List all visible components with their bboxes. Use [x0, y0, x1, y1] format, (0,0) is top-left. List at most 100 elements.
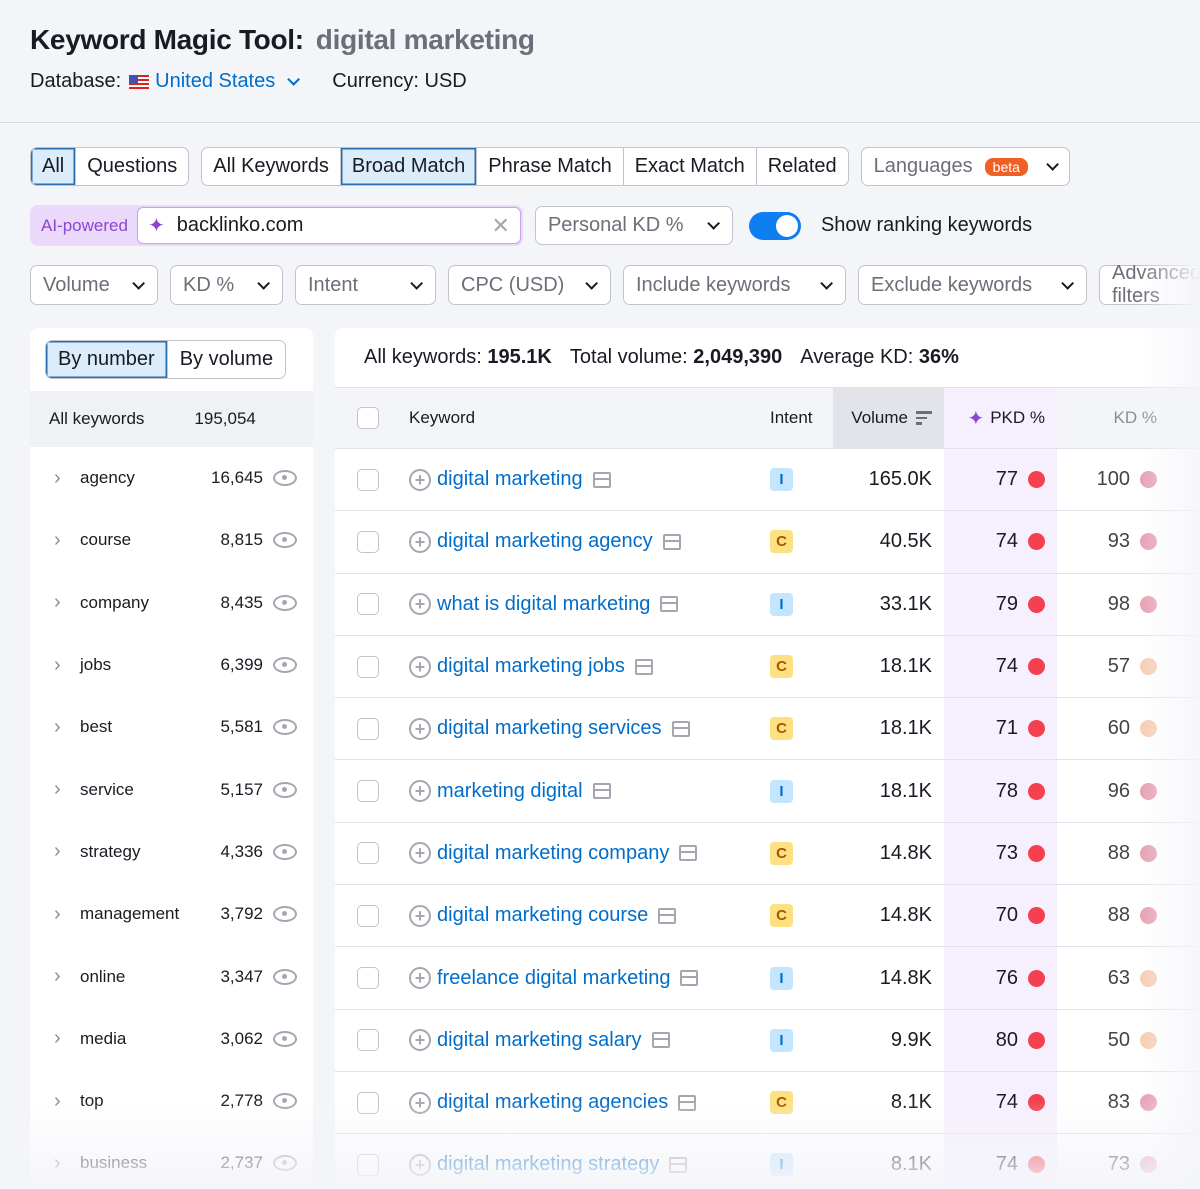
keyword-link[interactable]: digital marketing strategy	[437, 1153, 659, 1176]
eye-icon[interactable]	[273, 532, 297, 549]
keyword-link[interactable]: freelance digital marketing	[437, 967, 670, 990]
header-volume[interactable]: Volume	[833, 388, 944, 448]
tab-all[interactable]: All	[31, 148, 76, 185]
keyword-link[interactable]: digital marketing services	[437, 717, 662, 740]
keyword-group-item[interactable]: › online 3,347	[30, 945, 313, 1007]
tab-related[interactable]: Related	[755, 148, 848, 185]
tab-by-number[interactable]: By number	[46, 341, 167, 378]
chevron-right-icon[interactable]: ›	[54, 965, 80, 988]
serp-features-icon[interactable]	[678, 1094, 697, 1111]
tab-exact-match[interactable]: Exact Match	[622, 148, 756, 185]
keyword-group-item[interactable]: › business 2,737	[30, 1132, 313, 1189]
tab-by-volume[interactable]: By volume	[166, 341, 285, 378]
add-to-list-icon[interactable]: +	[409, 1153, 431, 1176]
filter-intent[interactable]: Intent	[295, 265, 436, 305]
eye-icon[interactable]	[273, 470, 297, 487]
add-to-list-icon[interactable]: +	[409, 530, 431, 553]
row-checkbox[interactable]	[357, 593, 379, 616]
keyword-link[interactable]: marketing digital	[437, 780, 583, 803]
add-to-list-icon[interactable]: +	[409, 593, 431, 616]
keyword-link[interactable]: what is digital marketing	[437, 593, 650, 616]
chevron-right-icon[interactable]: ›	[54, 778, 80, 801]
domain-input[interactable]: ✦ backlinko.com ✕	[136, 207, 521, 244]
serp-features-icon[interactable]	[634, 658, 653, 675]
add-to-list-icon[interactable]: +	[409, 842, 431, 865]
row-checkbox[interactable]	[357, 967, 379, 990]
database-selector[interactable]: United States	[129, 70, 301, 93]
row-checkbox[interactable]	[357, 780, 379, 803]
keyword-group-item[interactable]: › service 5,157	[30, 758, 313, 820]
serp-features-icon[interactable]	[680, 970, 699, 987]
keyword-link[interactable]: digital marketing salary	[437, 1029, 642, 1052]
personal-kd-dropdown[interactable]: Personal KD %	[534, 206, 733, 245]
eye-icon[interactable]	[273, 719, 297, 736]
serp-features-icon[interactable]	[660, 596, 679, 613]
all-keywords-group[interactable]: All keywords 195,054	[30, 391, 313, 447]
add-to-list-icon[interactable]: +	[409, 468, 431, 491]
row-checkbox[interactable]	[357, 717, 379, 740]
chevron-right-icon[interactable]: ›	[54, 1152, 80, 1175]
eye-icon[interactable]	[273, 657, 297, 674]
eye-icon[interactable]	[273, 594, 297, 611]
header-pkd[interactable]: ✦ PKD %	[944, 388, 1057, 448]
add-to-list-icon[interactable]: +	[409, 1029, 431, 1052]
add-to-list-icon[interactable]: +	[409, 1091, 431, 1114]
add-to-list-icon[interactable]: +	[409, 780, 431, 803]
keyword-group-item[interactable]: › course 8,815	[30, 509, 313, 571]
chevron-right-icon[interactable]: ›	[54, 591, 80, 614]
select-all-checkbox[interactable]	[357, 407, 379, 429]
add-to-list-icon[interactable]: +	[409, 655, 431, 678]
serp-features-icon[interactable]	[662, 533, 681, 550]
eye-icon[interactable]	[273, 906, 297, 923]
header-keyword[interactable]: Keyword	[401, 408, 766, 428]
chevron-right-icon[interactable]: ›	[54, 1027, 80, 1050]
eye-icon[interactable]	[273, 1030, 297, 1047]
filter-kd[interactable]: KD %	[170, 265, 283, 305]
keyword-group-item[interactable]: › media 3,062	[30, 1008, 313, 1070]
chevron-right-icon[interactable]: ›	[54, 529, 80, 552]
serp-features-icon[interactable]	[592, 471, 611, 488]
serp-features-icon[interactable]	[669, 1156, 688, 1173]
eye-icon[interactable]	[273, 781, 297, 798]
eye-icon[interactable]	[273, 843, 297, 860]
chevron-right-icon[interactable]: ›	[54, 467, 80, 490]
header-intent[interactable]: Intent	[766, 408, 833, 428]
serp-features-icon[interactable]	[671, 720, 690, 737]
row-checkbox[interactable]	[357, 842, 379, 865]
tab-all-keywords[interactable]: All Keywords	[202, 148, 340, 185]
keyword-link[interactable]: digital marketing agencies	[437, 1091, 668, 1114]
row-checkbox[interactable]	[357, 655, 379, 678]
add-to-list-icon[interactable]: +	[409, 904, 431, 927]
keyword-link[interactable]: digital marketing course	[437, 904, 648, 927]
serp-features-icon[interactable]	[658, 907, 677, 924]
filter-volume[interactable]: Volume	[30, 265, 158, 305]
show-ranking-toggle[interactable]	[748, 211, 801, 240]
add-to-list-icon[interactable]: +	[409, 717, 431, 740]
eye-icon[interactable]	[273, 968, 297, 985]
serp-features-icon[interactable]	[651, 1032, 670, 1049]
filter-exclude-keywords[interactable]: Exclude keywords	[858, 265, 1087, 305]
chevron-right-icon[interactable]: ›	[54, 840, 80, 863]
tab-questions[interactable]: Questions	[75, 148, 188, 185]
row-checkbox[interactable]	[357, 1153, 379, 1176]
tab-phrase-match[interactable]: Phrase Match	[476, 148, 622, 185]
keyword-link[interactable]: digital marketing	[437, 468, 583, 491]
keyword-group-item[interactable]: › company 8,435	[30, 572, 313, 634]
keyword-group-item[interactable]: › top 2,778	[30, 1070, 313, 1132]
keyword-group-item[interactable]: › jobs 6,399	[30, 634, 313, 696]
tab-broad-match[interactable]: Broad Match	[339, 148, 477, 185]
keyword-link[interactable]: digital marketing jobs	[437, 655, 625, 678]
languages-dropdown[interactable]: Languages beta	[860, 147, 1070, 186]
serp-features-icon[interactable]	[679, 845, 698, 862]
row-checkbox[interactable]	[357, 904, 379, 927]
keyword-group-item[interactable]: › best 5,581	[30, 696, 313, 758]
header-kd[interactable]: KD %	[1057, 388, 1169, 448]
chevron-right-icon[interactable]: ›	[54, 903, 80, 926]
filter-include-keywords[interactable]: Include keywords	[623, 265, 846, 305]
row-checkbox[interactable]	[357, 1029, 379, 1052]
serp-features-icon[interactable]	[592, 783, 611, 800]
chevron-right-icon[interactable]: ›	[54, 716, 80, 739]
keyword-group-item[interactable]: › management 3,792	[30, 883, 313, 945]
chevron-right-icon[interactable]: ›	[54, 654, 80, 677]
filter-cpc[interactable]: CPC (USD)	[448, 265, 611, 305]
